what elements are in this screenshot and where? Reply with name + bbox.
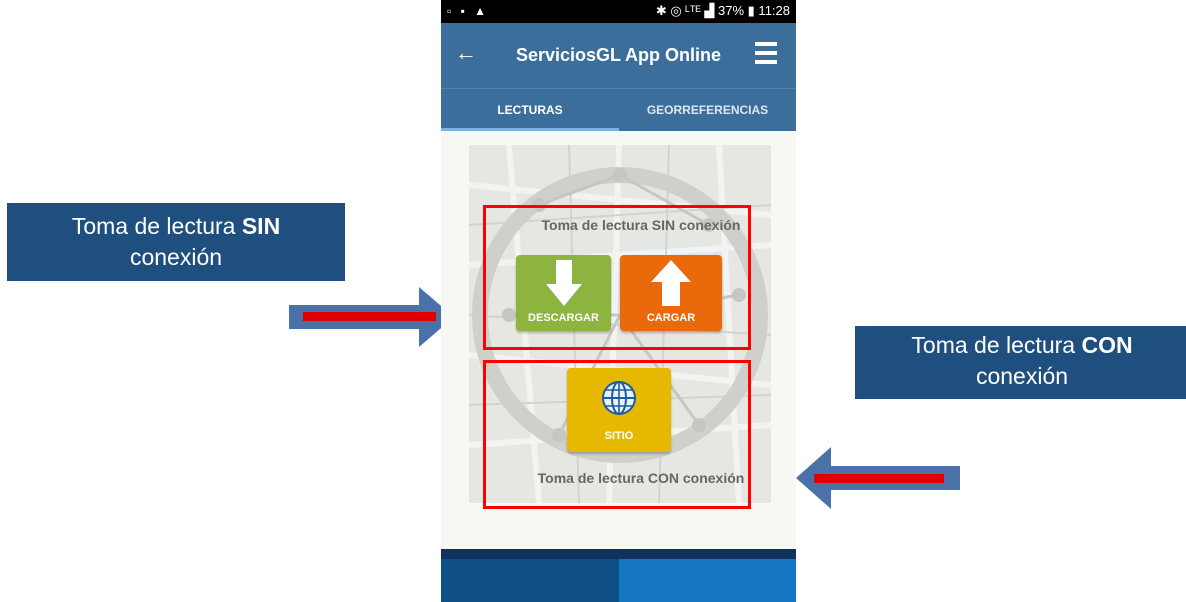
app-bar: ← ServiciosGL App Online bbox=[441, 23, 796, 88]
callout-sin-conexion: Toma de lectura SIN conexión bbox=[7, 203, 345, 281]
status-notification-icons: ▫ ▪ ▲ bbox=[447, 4, 490, 18]
callout-right-bold: CON bbox=[1081, 332, 1133, 358]
bottom-banner bbox=[441, 549, 796, 602]
bottom-banner-left bbox=[441, 559, 619, 602]
callout-left-suffix: conexión bbox=[129, 244, 223, 270]
arrow-left-icon bbox=[796, 447, 960, 509]
callout-left-prefix: Toma de lectura bbox=[71, 213, 242, 239]
highlight-box-con-conexion bbox=[483, 360, 751, 509]
tab-bar: LECTURAS GEORREFERENCIAS bbox=[441, 88, 796, 131]
callout-right-prefix: Toma de lectura bbox=[911, 332, 1082, 358]
tab-lecturas[interactable]: LECTURAS bbox=[441, 89, 619, 131]
callout-con-conexion: Toma de lectura CON conexión bbox=[855, 326, 1186, 399]
hamburger-menu-icon[interactable] bbox=[755, 42, 777, 68]
arrow-right-icon bbox=[289, 287, 454, 347]
tab-georreferencias[interactable]: GEORREFERENCIAS bbox=[619, 89, 796, 131]
callout-left-bold: SIN bbox=[241, 213, 281, 239]
highlight-box-sin-conexion bbox=[483, 205, 751, 350]
main-content: Toma de lectura SIN conexión DESCARGAR C… bbox=[441, 131, 796, 549]
status-system-info: ✱ ◎ ᴸᵀᴱ ▟ 37% ▮ 11:28 bbox=[655, 3, 790, 18]
status-bar: ▫ ▪ ▲ ✱ ◎ ᴸᵀᴱ ▟ 37% ▮ 11:28 bbox=[441, 0, 796, 23]
app-title: ServiciosGL App Online bbox=[515, 45, 722, 65]
phone-screen: ▫ ▪ ▲ ✱ ◎ ᴸᵀᴱ ▟ 37% ▮ 11:28 ← ServiciosG… bbox=[441, 0, 796, 602]
callout-right-suffix: conexión bbox=[975, 363, 1069, 389]
bottom-banner-right bbox=[619, 559, 796, 602]
